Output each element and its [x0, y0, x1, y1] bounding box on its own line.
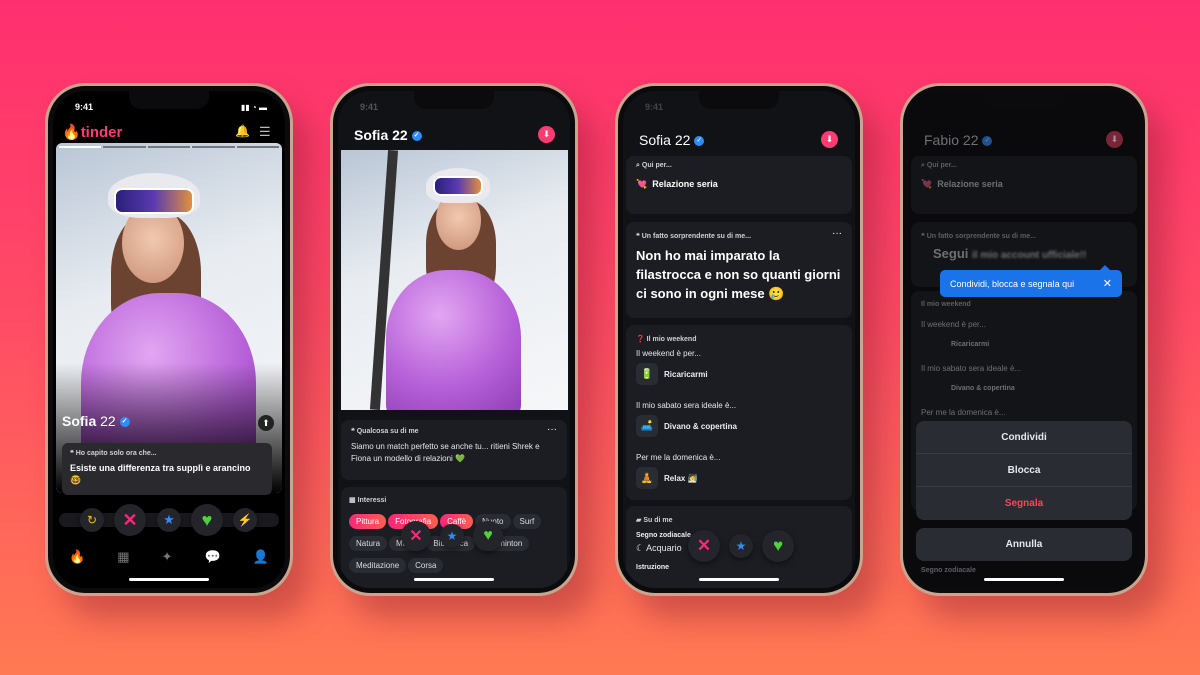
action-sheet: Condividi Blocca Segnala — [916, 421, 1132, 520]
rewind-icon: ↻ — [86, 513, 98, 527]
more-options-button[interactable]: ··· — [547, 424, 557, 435]
block-button[interactable]: Blocca — [916, 454, 1132, 487]
interest-chip: Corsa — [408, 558, 444, 573]
heart-emoji-icon: 💘 — [921, 179, 933, 189]
report-screen: Fabio 22 ✓ ⬇ ⌕ Qui per... 💘 Relazione se… — [908, 91, 1140, 588]
phone-profile-details: 9:41 Sofia 22 ✓ ⬇ ⌕ Qui per... 💘 Relazio… — [615, 83, 863, 596]
heart-emoji-icon: 💘 — [636, 179, 648, 189]
fact-card: ❝ Un fatto sorprendente su di me... ··· … — [626, 222, 852, 318]
heart-icon: ♥ — [772, 536, 784, 555]
verified-icon: ✓ — [119, 417, 130, 428]
weekend-item: Il weekend è per... 🔋 Ricaricarmi — [636, 349, 842, 395]
weekend-item: Per me la domenica è... 🧘 Relax 🧖 — [636, 453, 842, 499]
profile-name-age: Sofia 22 ✓ — [62, 413, 130, 429]
tab-bar: 🔥 ▦ ✦ 💬 👤 — [53, 549, 285, 565]
tab-flame-icon[interactable]: 🔥 — [69, 549, 85, 565]
like-button[interactable]: ♥ — [473, 521, 503, 551]
nope-button[interactable]: ✕ — [114, 504, 146, 536]
discover-screen: 9:41 ▮▮ ◔ ▬ 🔥tinder 🔔 ☰ Sofia 22 ✓ ⬆ ❝ H… — [53, 91, 285, 588]
star-icon: ★ — [446, 529, 458, 543]
bell-icon[interactable]: 🔔 — [235, 124, 250, 138]
sliders-icon[interactable]: ☰ — [259, 124, 271, 140]
zodiac-label: Segno zodiacale — [921, 567, 976, 574]
nope-icon: ✕ — [122, 509, 138, 530]
report-button[interactable]: Segnala — [916, 487, 1132, 520]
tab-explore-icon[interactable]: ▦ — [117, 549, 129, 565]
super-like-button[interactable]: ★ — [157, 508, 181, 532]
interest-chip: Meditazione — [349, 558, 407, 573]
tab-profile-icon[interactable]: 👤 — [253, 549, 269, 565]
weekend-card: ❓ Il mio weekend Il weekend è per... 🔋 Ric… — [626, 325, 852, 500]
verified-icon: ✓ — [982, 136, 993, 147]
phone-report-sheet: Fabio 22 ✓ ⬇ ⌕ Qui per... 💘 Relazione se… — [900, 83, 1148, 596]
question-icon: ❓ — [636, 336, 647, 343]
profile-photo[interactable] — [341, 150, 568, 410]
interest-chip: Natura — [349, 536, 388, 551]
status-time: 9:41 — [360, 102, 379, 112]
flame-icon: 🔥 — [62, 124, 81, 141]
super-like-button[interactable]: ★ — [440, 524, 464, 548]
prompt-card: ❝ Ho capito solo ora che... Esiste una d… — [62, 443, 272, 495]
like-button[interactable]: ♥ — [762, 530, 794, 562]
collapse-profile-button[interactable]: ⬇ — [538, 126, 555, 143]
collapse-profile-button[interactable]: ⬇ — [1106, 131, 1123, 148]
weekend-emoji-icon: 🔋 — [636, 363, 658, 385]
looking-for-card: ⌕ Qui per... 💘 Relazione seria — [911, 156, 1137, 214]
heart-icon: ♥ — [201, 509, 213, 530]
bolt-icon: ⚡ — [237, 513, 253, 527]
cancel-button[interactable]: Annulla — [916, 528, 1132, 561]
weekend-item: Il mio sabato sera ideale è... 🛋️ Divano &… — [636, 401, 842, 447]
share-button[interactable]: Condividi — [916, 421, 1132, 454]
tab-sparkle-icon[interactable]: ✦ — [162, 549, 173, 565]
nope-button[interactable]: ✕ — [401, 521, 431, 551]
home-indicator — [129, 578, 209, 581]
nope-icon: ✕ — [696, 536, 712, 555]
phone-profile-photo: 9:41 Sofia 22 ✓ ⬇ ❝ Qualcosa su di me ··… — [330, 83, 578, 596]
weekend-emoji-icon: 🛋️ — [636, 415, 658, 437]
tinder-logo: 🔥tinder — [62, 124, 123, 141]
tooltip: Condividi, blocca e segnala qui ✕ — [940, 265, 1122, 297]
rewind-button[interactable]: ↻ — [80, 508, 104, 532]
moon-icon: ☾ — [636, 543, 647, 553]
status-time: 9:41 — [645, 102, 664, 112]
more-options-button[interactable]: ··· — [832, 228, 842, 239]
about-card: ❝ Qualcosa su di me ··· Siamo un match p… — [341, 420, 567, 480]
star-icon: ★ — [163, 512, 175, 527]
phone-discover: 9:41 ▮▮ ◔ ▬ 🔥tinder 🔔 ☰ Sofia 22 ✓ ⬆ ❝ H… — [45, 83, 293, 596]
profile-details-screen: 9:41 Sofia 22 ✓ ⬇ ⌕ Qui per... 💘 Relazio… — [623, 91, 855, 588]
tab-chat-icon[interactable]: 💬 — [205, 549, 221, 565]
interest-chip: Pittura — [349, 514, 387, 529]
cancel-sheet: Annulla — [916, 528, 1132, 561]
profile-name-age: Sofia 22 ✓ — [354, 127, 422, 143]
boost-button[interactable]: ⚡ — [233, 508, 257, 532]
profile-name-age: Sofia 22 ✓ — [639, 132, 705, 148]
weekend-emoji-icon: 🧘 — [636, 467, 658, 489]
nope-icon: ✕ — [409, 528, 423, 545]
notch — [129, 91, 209, 109]
expand-profile-button[interactable]: ⬆ — [258, 415, 274, 431]
profile-name-age: Fabio 22 ✓ — [924, 132, 993, 148]
interests-icon: ▦ — [349, 497, 358, 504]
looking-for-card: ⌕ Qui per... 💘 Relazione seria — [626, 156, 852, 214]
nope-button[interactable]: ✕ — [688, 530, 720, 562]
profile-screen: 9:41 Sofia 22 ✓ ⬇ ❝ Qualcosa su di me ··… — [338, 91, 570, 588]
interest-chip: Surf — [512, 514, 542, 529]
profile-photo[interactable]: Sofia 22 ✓ ⬆ — [56, 143, 282, 493]
like-button[interactable]: ♥ — [191, 504, 223, 536]
verified-icon: ✓ — [411, 131, 422, 142]
status-icons: ▮▮ ◔ ▬ — [240, 103, 267, 112]
close-tooltip-icon[interactable]: ✕ — [1103, 277, 1112, 290]
collapse-profile-button[interactable]: ⬇ — [821, 131, 838, 148]
verified-icon: ✓ — [694, 136, 705, 147]
photo-progress — [59, 146, 280, 148]
heart-icon: ♥ — [483, 527, 493, 544]
super-like-button[interactable]: ★ — [729, 534, 753, 558]
status-time: 9:41 — [75, 102, 94, 112]
star-icon: ★ — [735, 539, 747, 553]
